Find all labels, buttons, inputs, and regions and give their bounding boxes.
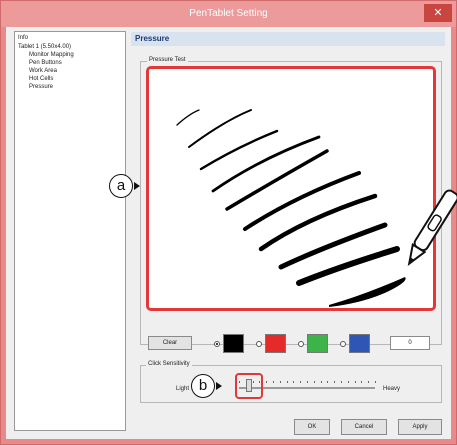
slider-tick bbox=[293, 381, 295, 383]
stroke-6 bbox=[243, 171, 361, 231]
clear-button[interactable]: Clear bbox=[148, 336, 192, 350]
color-radio-black[interactable] bbox=[214, 341, 220, 347]
callout-b-arrow bbox=[216, 382, 222, 390]
color-swatch-red[interactable] bbox=[265, 334, 286, 353]
click-sensitivity-group-label: Click Sensitivity bbox=[146, 361, 192, 367]
slider-tick bbox=[327, 381, 329, 383]
slider-max-label: Heavy bbox=[383, 386, 401, 392]
settings-tree: Info Tablet 1 (5.50x4.00) Monitor Mappin… bbox=[14, 31, 126, 431]
stroke-1 bbox=[176, 109, 200, 126]
tree-item-monitor-mapping[interactable]: Monitor Mapping bbox=[29, 52, 74, 58]
color-radio-blue[interactable] bbox=[340, 341, 346, 347]
slider-tick bbox=[361, 381, 363, 383]
pressure-value-field[interactable]: 0 bbox=[390, 336, 430, 350]
slider-min-label: Light bbox=[176, 386, 190, 392]
slider-tick bbox=[368, 381, 370, 383]
tree-item-work-area[interactable]: Work Area bbox=[29, 68, 57, 74]
slider-tick bbox=[273, 381, 274, 383]
panel-title: Pressure bbox=[135, 34, 170, 43]
tree-item-pen-buttons[interactable]: Pen Buttons bbox=[29, 60, 62, 66]
tree-item-tablet[interactable]: Tablet 1 (5.50x4.00) bbox=[18, 44, 71, 50]
color-radio-red[interactable] bbox=[256, 341, 262, 347]
slider-tick bbox=[313, 381, 315, 383]
stroke-5 bbox=[225, 149, 329, 211]
pressure-test-canvas[interactable] bbox=[146, 66, 436, 311]
callout-a-arrow bbox=[134, 182, 140, 190]
panel-header: Pressure bbox=[131, 32, 445, 46]
slider-highlight bbox=[234, 373, 263, 399]
color-swatch-black[interactable] bbox=[223, 334, 244, 353]
slider-tick bbox=[266, 381, 268, 383]
slider-tick bbox=[307, 381, 308, 383]
slider-tick bbox=[286, 381, 288, 383]
slider-tick bbox=[341, 381, 342, 383]
pressure-test-group-label: Pressure Test bbox=[147, 57, 188, 63]
slider-tick bbox=[347, 381, 349, 383]
pentablet-setting-window: PenTablet Setting ✕ Info Tablet 1 (5.50x… bbox=[0, 0, 457, 445]
slider-tick bbox=[320, 381, 322, 383]
slider-tick bbox=[354, 381, 356, 383]
window-title: PenTablet Setting bbox=[189, 8, 268, 19]
slider-tick bbox=[300, 381, 302, 383]
tree-item-info[interactable]: Info bbox=[18, 35, 28, 41]
callout-a: a bbox=[109, 174, 133, 198]
slider-tick bbox=[279, 381, 281, 383]
slider-tick bbox=[375, 381, 376, 383]
ok-button[interactable]: OK bbox=[294, 419, 330, 435]
stroke-2 bbox=[188, 109, 252, 148]
apply-button[interactable]: Apply bbox=[398, 419, 442, 435]
slider-tick bbox=[334, 381, 336, 383]
tree-item-pressure[interactable]: Pressure bbox=[29, 84, 53, 90]
color-radio-green[interactable] bbox=[298, 341, 304, 347]
stroke-7 bbox=[258, 193, 378, 252]
tree-item-hot-cells[interactable]: Hot Cells bbox=[29, 76, 53, 82]
stylus-pen-icon bbox=[407, 189, 457, 266]
stroke-3 bbox=[199, 129, 279, 171]
click-sensitivity-group bbox=[140, 365, 442, 403]
callout-b: b bbox=[191, 374, 215, 398]
title-bar: PenTablet Setting ✕ bbox=[1, 1, 456, 27]
close-button[interactable]: ✕ bbox=[424, 4, 452, 22]
color-swatch-blue[interactable] bbox=[349, 334, 370, 353]
cancel-button[interactable]: Cancel bbox=[341, 419, 387, 435]
stroke-10 bbox=[329, 277, 406, 307]
pressure-strokes bbox=[176, 109, 406, 307]
color-swatch-green[interactable] bbox=[307, 334, 328, 353]
